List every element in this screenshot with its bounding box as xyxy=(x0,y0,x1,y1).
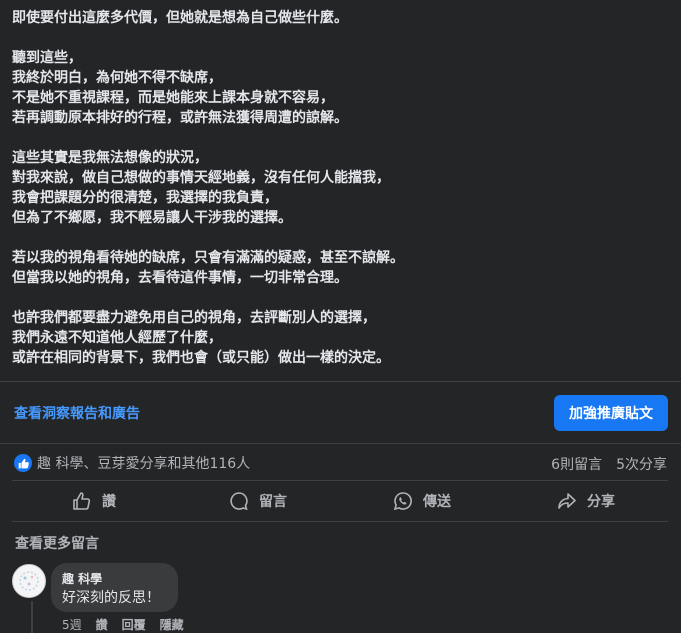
send-button[interactable]: 傳送 xyxy=(340,482,504,520)
comment-like-button[interactable]: 讚 xyxy=(96,616,108,633)
comment-text: 好深刻的反思！ xyxy=(62,590,160,606)
send-label: 傳送 xyxy=(423,494,451,510)
thread-line xyxy=(31,601,33,633)
boost-post-button[interactable]: 加強推廣貼文 xyxy=(554,395,668,431)
view-insights-link[interactable]: 查看洞察報告和廣告 xyxy=(14,403,140,423)
post-line: 這些其實是我無法想像的狀況， xyxy=(12,150,208,166)
comment-hide-button[interactable]: 隱藏 xyxy=(160,616,184,633)
post-line: 我會把課題分的很清楚，我選擇的我負責， xyxy=(12,190,278,206)
thumbs-up-icon xyxy=(73,492,91,510)
comment-bubble-icon xyxy=(230,492,248,511)
comment-count[interactable]: 6則留言 xyxy=(551,454,602,474)
reactions-summary[interactable]: 趣 科學、豆芽愛分享和其他116人 xyxy=(14,453,250,473)
comment-meta: 5週 讚 回覆 隱藏 xyxy=(62,616,184,633)
comment-author[interactable]: 趣 科學 xyxy=(62,570,102,587)
post-line: 若以我的視角看待她的缺席，只會有滿滿的疑惑，甚至不諒解。 xyxy=(12,250,404,266)
divider xyxy=(12,480,668,481)
share-label: 分享 xyxy=(587,494,615,510)
comment-bubble: 趣 科學 好深刻的反思！ xyxy=(51,563,178,612)
post-line: 或許在相同的背景下，我們也會（或只能）做出一樣的決定。 xyxy=(12,350,390,366)
view-more-comments-link[interactable]: 查看更多留言 xyxy=(15,533,99,553)
post-body: 即使要付出這麼多代價，但她就是想為自己做些什麼。 聽到這些， 我終於明白，為何她… xyxy=(12,8,672,368)
post-line: 我們永遠不知道他人經歷了什麼， xyxy=(12,330,222,346)
comment-button[interactable]: 留言 xyxy=(176,482,340,520)
like-reaction-icon xyxy=(14,454,32,472)
action-bar: 讚 留言 傳送 分享 xyxy=(12,482,668,520)
share-button[interactable]: 分享 xyxy=(504,482,668,520)
post-line: 但當我以她的視角，去看待這件事情，一切非常合理。 xyxy=(12,270,348,286)
comment-reply-button[interactable]: 回覆 xyxy=(122,616,146,633)
divider xyxy=(12,521,668,522)
comment-label: 留言 xyxy=(259,494,287,510)
post-line: 不是她不重視課程，而是她能來上課本身就不容易， xyxy=(12,90,334,106)
like-label: 讚 xyxy=(102,494,116,510)
post-line: 聽到這些， xyxy=(12,50,82,66)
whatsapp-icon xyxy=(393,492,412,511)
avatar[interactable] xyxy=(12,564,46,598)
like-button[interactable]: 讚 xyxy=(12,482,176,520)
post-line: 即使要付出這麼多代價，但她就是想為自己做些什麼。 xyxy=(12,10,348,26)
post-line: 也許我們都要盡力避免用自己的視角，去評斷別人的選擇， xyxy=(12,310,376,326)
post-line: 我終於明白，為何她不得不缺席， xyxy=(12,70,222,86)
engagement-counts: 6則留言 5次分享 xyxy=(551,454,667,474)
post-line: 但為了不鄉愿，我不輕易讓人干涉我的選擇。 xyxy=(12,210,292,226)
divider xyxy=(0,443,681,444)
post-line: 對我來說，做自己想做的事情天經地義，沒有任何人能擋我， xyxy=(12,170,390,186)
share-count[interactable]: 5次分享 xyxy=(616,454,667,474)
divider xyxy=(0,381,681,382)
comment-timestamp[interactable]: 5週 xyxy=(62,616,82,633)
post-line: 若再調動原本排好的行程，或許無法獲得周遭的諒解。 xyxy=(12,110,348,126)
reactions-text[interactable]: 趣 科學、豆芽愛分享和其他116人 xyxy=(37,453,250,473)
share-arrow-icon xyxy=(558,493,576,509)
